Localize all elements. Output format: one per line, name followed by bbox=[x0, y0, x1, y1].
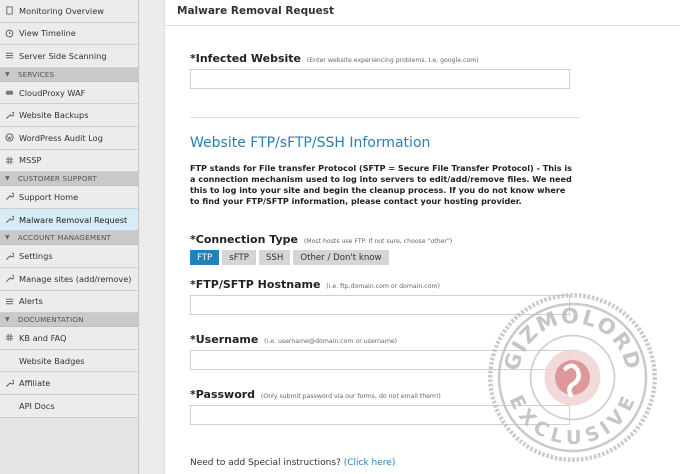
label-hint: (Most hosts use FTP. If not sure, choose… bbox=[303, 238, 453, 245]
connection-sftp-button[interactable]: sFTP bbox=[222, 250, 256, 265]
section-services[interactable]: ▼ SERVICES bbox=[0, 67, 138, 82]
triangle-down-icon: ▼ bbox=[5, 234, 10, 242]
section-title: ACCOUNT MANAGEMENT bbox=[17, 233, 112, 243]
section-title: DOCUMENTATION bbox=[17, 315, 84, 325]
wordpress-icon bbox=[5, 133, 14, 142]
triangle-down-icon: ▼ bbox=[5, 175, 10, 183]
sidebar-item-label: Alerts bbox=[19, 296, 43, 307]
sidebar-item-label: MSSP bbox=[19, 155, 42, 166]
sidebar-item-website-backups[interactable]: Website Backups bbox=[0, 104, 138, 127]
divider bbox=[190, 117, 580, 118]
sidebar-item-settings[interactable]: Settings bbox=[0, 245, 138, 268]
sidebar-item-wordpress-audit-log[interactable]: WordPress Audit Log bbox=[0, 126, 138, 150]
sidebar-item-label: Settings bbox=[19, 251, 53, 262]
ftp-description: FTP stands for File transfer Protocol (S… bbox=[190, 163, 572, 206]
hash-icon bbox=[5, 156, 14, 165]
sidebar: Monitoring Overview View Timeline Server… bbox=[0, 0, 139, 474]
sidebar-item-alerts[interactable]: Alerts bbox=[0, 290, 138, 314]
special-instructions-text: Need to add Special instructions? bbox=[190, 458, 341, 468]
infected-website-input[interactable] bbox=[190, 69, 570, 89]
wrench-icon bbox=[5, 215, 14, 224]
label-hint: (i.e. username@domain.com or username) bbox=[264, 338, 398, 345]
section-title: CUSTOMER SUPPORT bbox=[17, 174, 97, 184]
sidebar-item-label: Malware Removal Request bbox=[19, 214, 128, 225]
triangle-down-icon: ▼ bbox=[5, 70, 10, 78]
connection-ftp-button[interactable]: FTP bbox=[190, 250, 220, 265]
special-instructions: Need to add Special instructions? (Click… bbox=[190, 458, 395, 468]
page-title: Malware Removal Request bbox=[165, 0, 680, 26]
sidebar-item-label: CloudProxy WAF bbox=[19, 87, 86, 98]
special-instructions-link[interactable]: (Click here) bbox=[344, 458, 396, 468]
sidebar-item-malware-removal-request[interactable]: Malware Removal Request bbox=[0, 208, 138, 232]
label-text: *Connection Type bbox=[190, 233, 298, 246]
section-account-management[interactable]: ▼ ACCOUNT MANAGEMENT bbox=[0, 231, 138, 246]
sidebar-item-website-badges[interactable]: Website Badges bbox=[0, 349, 138, 373]
wrench-icon bbox=[5, 192, 14, 201]
sidebar-item-server-side-scanning[interactable]: Server Side Scanning bbox=[0, 45, 138, 68]
sidebar-item-kb-and-faq[interactable]: KB and FAQ bbox=[0, 327, 138, 350]
label-hint: (i.e. ftp.domain.com or domain.com) bbox=[326, 283, 440, 290]
sidebar-item-affiliate[interactable]: Affiliate bbox=[0, 372, 138, 395]
sidebar-item-label: KB and FAQ bbox=[19, 332, 67, 343]
label-text: *FTP/SFTP Hostname bbox=[190, 278, 321, 291]
wrench-icon bbox=[5, 274, 14, 283]
watermark-stamp: GIZMOLORD EXCLUSIVE bbox=[488, 293, 657, 462]
sidebar-item-label: Website Backups bbox=[19, 110, 89, 121]
section-documentation[interactable]: ▼ DOCUMENTATION bbox=[0, 313, 138, 328]
sidebar-item-cloudproxy-waf[interactable]: CloudProxy WAF bbox=[0, 81, 138, 105]
label-text: *Password bbox=[190, 388, 256, 401]
stamp-logo-icon bbox=[544, 349, 601, 406]
sidebar-item-monitoring-overview[interactable]: Monitoring Overview bbox=[0, 0, 138, 23]
ftp-section-heading: Website FTP/sFTP/SSH Information bbox=[190, 135, 431, 151]
label-hint: (Only submit password via our forms, do … bbox=[260, 393, 441, 400]
label-text: *Username bbox=[190, 333, 259, 346]
hostname-label: *FTP/SFTP Hostname (i.e. ftp.domain.com … bbox=[190, 278, 440, 291]
list-icon bbox=[5, 51, 14, 60]
label-text: *Infected Website bbox=[190, 52, 301, 65]
sidebar-item-label: Affiliate bbox=[19, 378, 51, 389]
wrench-icon bbox=[5, 111, 14, 120]
infected-website-label: *Infected Website (Enter website experie… bbox=[190, 52, 479, 65]
sidebar-item-support-home[interactable]: Support Home bbox=[0, 186, 138, 209]
gutter bbox=[140, 0, 164, 474]
sidebar-item-label: View Timeline bbox=[19, 28, 76, 39]
clock-icon bbox=[5, 29, 14, 38]
sidebar-item-label: Support Home bbox=[19, 191, 79, 202]
document-icon bbox=[5, 6, 14, 15]
sidebar-item-view-timeline[interactable]: View Timeline bbox=[0, 22, 138, 46]
sidebar-item-label: API Docs bbox=[19, 400, 55, 411]
wrench-icon bbox=[5, 379, 14, 388]
sidebar-item-label: WordPress Audit Log bbox=[19, 132, 103, 143]
sidebar-item-label: Server Side Scanning bbox=[19, 50, 107, 61]
list-icon bbox=[5, 297, 14, 306]
username-label: *Username (i.e. username@domain.com or u… bbox=[190, 333, 397, 346]
sidebar-item-label: Monitoring Overview bbox=[19, 5, 104, 16]
section-title: SERVICES bbox=[17, 69, 55, 79]
wrench-icon bbox=[5, 252, 14, 261]
label-hint: (Enter website experiencing problems. I.… bbox=[306, 57, 479, 64]
connection-type-selector: FTP sFTP SSH Other / Don't know bbox=[190, 250, 389, 265]
connection-ssh-button[interactable]: SSH bbox=[258, 250, 291, 265]
connection-other-button[interactable]: Other / Don't know bbox=[293, 250, 389, 265]
triangle-down-icon: ▼ bbox=[5, 316, 10, 324]
connection-type-label: *Connection Type (Most hosts use FTP. If… bbox=[190, 233, 452, 246]
sidebar-item-manage-sites[interactable]: Manage sites (add/remove) bbox=[0, 267, 138, 291]
sidebar-item-api-docs[interactable]: API Docs bbox=[0, 394, 138, 418]
sidebar-item-label: Website Badges bbox=[19, 355, 85, 366]
hash-icon bbox=[5, 333, 14, 342]
sidebar-item-mssp[interactable]: MSSP bbox=[0, 149, 138, 173]
password-label: *Password (Only submit password via our … bbox=[190, 388, 441, 401]
section-customer-support[interactable]: ▼ CUSTOMER SUPPORT bbox=[0, 172, 138, 187]
sidebar-item-label: Manage sites (add/remove) bbox=[19, 273, 132, 284]
cloud-icon bbox=[5, 88, 14, 97]
